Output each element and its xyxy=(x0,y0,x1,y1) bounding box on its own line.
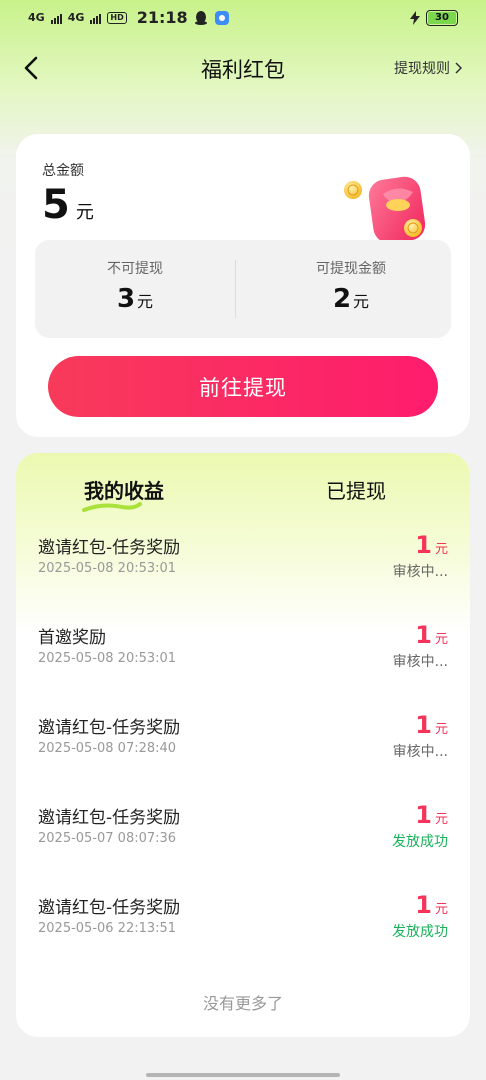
record-time: 2025-05-08 20:53:01 xyxy=(38,561,177,576)
earnings-records-card: 我的收益 已提现 邀请红包-任务奖励 2025-05-08 20:53:01 1… xyxy=(16,453,470,1037)
record-amount-value: 1 xyxy=(415,711,432,739)
record-time: 2025-05-08 07:28:40 xyxy=(38,741,177,756)
total-amount: 5 元 xyxy=(42,182,94,228)
list-item: 首邀奖励 2025-05-08 20:53:01 1元 审核中... xyxy=(16,615,470,705)
clock: 21:18 xyxy=(136,8,188,27)
record-amount-value: 1 xyxy=(415,801,432,829)
record-title: 邀请红包-任务奖励 xyxy=(38,898,181,918)
withdrawable-unit: 元 xyxy=(353,292,370,311)
red-packet-illustration xyxy=(344,176,426,244)
hd-badge: HD xyxy=(107,11,127,24)
not-withdrawable-unit: 元 xyxy=(137,292,154,311)
no-more-footer: 没有更多了 xyxy=(202,994,283,1013)
record-status: 发放成功 xyxy=(392,924,448,940)
total-amount-unit: 元 xyxy=(75,202,94,223)
withdrawable-section: 可提现金额 2 元 xyxy=(251,240,451,338)
record-amount: 1元 xyxy=(415,531,448,559)
record-status: 审核中... xyxy=(392,654,448,670)
record-status: 发放成功 xyxy=(392,834,448,850)
total-amount-label: 总金额 xyxy=(42,163,84,179)
network-type-1: 4G xyxy=(28,11,45,24)
active-tab-indicator xyxy=(82,502,142,512)
tab-my-earnings[interactable]: 我的收益 xyxy=(84,475,164,504)
status-right: 30 xyxy=(410,10,458,26)
record-status: 审核中... xyxy=(392,744,448,760)
record-status: 审核中... xyxy=(392,564,448,580)
status-left: 4G 4G HD 21:18 xyxy=(28,8,230,27)
record-time: 2025-05-08 20:53:01 xyxy=(38,651,177,666)
record-amount-unit: 元 xyxy=(434,542,448,557)
not-withdrawable-section: 不可提现 3 元 xyxy=(35,240,235,338)
status-bar: 4G 4G HD 21:18 30 xyxy=(0,0,486,40)
record-amount-unit: 元 xyxy=(434,632,448,647)
records-tabs: 我的收益 已提现 xyxy=(16,453,470,523)
withdrawable-label: 可提现金额 xyxy=(316,261,386,277)
battery-level: 30 xyxy=(428,12,456,24)
record-amount-value: 1 xyxy=(415,891,432,919)
signal-icon xyxy=(90,12,102,24)
network-type-2: 4G xyxy=(67,11,85,24)
list-item: 邀请红包-任务奖励 2025-05-06 22:13:51 1元 发放成功 xyxy=(16,885,470,975)
record-title: 邀请红包-任务奖励 xyxy=(38,808,181,828)
withdrawable-amount: 2 元 xyxy=(251,284,451,314)
not-withdrawable-value: 3 xyxy=(116,284,136,314)
notification-app-icon xyxy=(214,10,229,25)
list-item: 邀请红包-任务奖励 2025-05-08 20:53:01 1元 审核中... xyxy=(16,525,470,615)
record-title: 邀请红包-任务奖励 xyxy=(38,718,181,738)
record-amount: 1元 xyxy=(415,801,448,829)
record-title: 首邀奖励 xyxy=(38,628,106,648)
balance-summary-card: 总金额 5 元 不可提现 3 元 可提现金额 2 元 前往提现 xyxy=(16,134,470,437)
signal-icon xyxy=(50,12,62,24)
record-amount-unit: 元 xyxy=(434,722,448,737)
charging-icon xyxy=(410,11,420,25)
record-amount-value: 1 xyxy=(415,531,432,559)
withdraw-rules-link[interactable]: 提现规则 xyxy=(394,58,462,78)
record-amount: 1元 xyxy=(415,891,448,919)
balance-breakdown: 不可提现 3 元 可提现金额 2 元 xyxy=(35,240,451,338)
battery-icon: 30 xyxy=(426,10,458,26)
total-amount-value: 5 xyxy=(42,182,70,228)
divider xyxy=(235,260,236,318)
records-list: 邀请红包-任务奖励 2025-05-08 20:53:01 1元 审核中... … xyxy=(16,525,470,975)
record-amount-value: 1 xyxy=(415,621,432,649)
home-indicator[interactable] xyxy=(146,1073,340,1077)
not-withdrawable-label: 不可提现 xyxy=(107,261,163,277)
record-amount: 1元 xyxy=(415,711,448,739)
chevron-right-icon xyxy=(455,62,462,74)
withdrawable-value: 2 xyxy=(332,284,352,314)
not-withdrawable-amount: 3 元 xyxy=(35,284,235,314)
withdraw-rules-label: 提现规则 xyxy=(394,61,450,77)
page-header: 福利红包 提现规则 xyxy=(0,46,486,90)
list-item: 邀请红包-任务奖励 2025-05-08 07:28:40 1元 审核中... xyxy=(16,705,470,795)
record-time: 2025-05-07 08:07:36 xyxy=(38,831,177,846)
record-amount-unit: 元 xyxy=(434,812,448,827)
list-item: 邀请红包-任务奖励 2025-05-07 08:07:36 1元 发放成功 xyxy=(16,795,470,885)
go-withdraw-button[interactable]: 前往提现 xyxy=(48,356,438,417)
record-amount: 1元 xyxy=(415,621,448,649)
qq-icon xyxy=(194,10,207,25)
tab-withdrawn[interactable]: 已提现 xyxy=(326,475,386,504)
record-title: 邀请红包-任务奖励 xyxy=(38,538,181,558)
record-amount-unit: 元 xyxy=(434,902,448,917)
record-time: 2025-05-06 22:13:51 xyxy=(38,921,177,936)
